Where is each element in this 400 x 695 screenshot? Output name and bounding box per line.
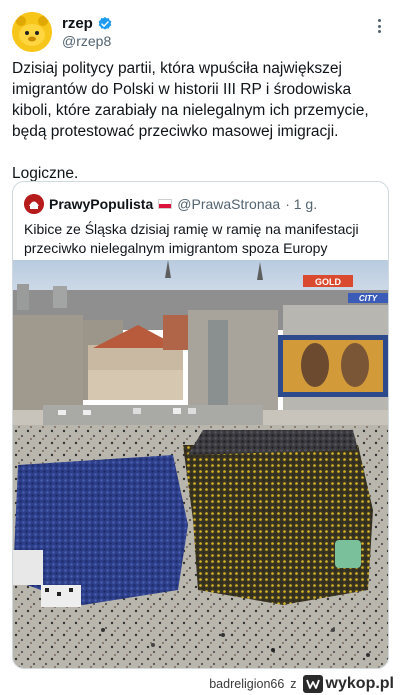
wykop-brand-text: wykop.pl bbox=[325, 674, 394, 692]
quote-author-avatar[interactable] bbox=[24, 194, 44, 214]
tweet-body: Dzisiaj politycy partii, która wpuściła … bbox=[12, 60, 369, 182]
billboard-sign-top: GOLD bbox=[315, 277, 341, 287]
quoted-tweet[interactable]: PrawyPopulista @PrawaStronaa · 1 g. Kibi… bbox=[12, 181, 389, 669]
author-avatar[interactable] bbox=[12, 12, 52, 52]
quote-handle[interactable]: @PrawaStronaa bbox=[177, 196, 280, 212]
verified-badge-icon bbox=[98, 16, 112, 30]
wykop-logo-icon bbox=[302, 674, 323, 693]
watermark-bar: badreligion66 z wykop.pl bbox=[0, 672, 400, 695]
wykop-logo[interactable]: wykop.pl bbox=[302, 674, 394, 693]
quote-body: Kibice ze Śląska dzisiaj ramię w ramię n… bbox=[24, 221, 359, 256]
quote-display-name[interactable]: PrawyPopulista bbox=[49, 196, 153, 212]
author-display-name[interactable]: rzep bbox=[62, 15, 93, 32]
watermark-username[interactable]: badreligion66 bbox=[209, 677, 284, 691]
watermark-separator: z bbox=[290, 676, 297, 691]
more-options-icon[interactable] bbox=[372, 18, 386, 34]
tweet-header: rzep @rzep8 bbox=[12, 12, 388, 52]
billboard-sign-right: CITY bbox=[359, 294, 378, 303]
quote-photo-city-square-crowd[interactable]: GOLD CITY bbox=[13, 260, 388, 668]
author-handle[interactable]: @rzep8 bbox=[62, 33, 111, 49]
quote-timestamp[interactable]: · 1 g. bbox=[285, 196, 317, 212]
poland-flag-icon bbox=[158, 199, 173, 209]
